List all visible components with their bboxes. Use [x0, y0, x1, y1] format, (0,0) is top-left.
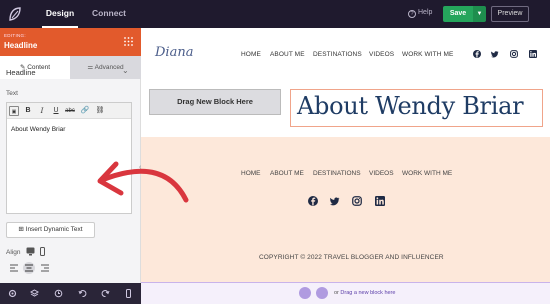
nav-about-me[interactable]: ABOUT ME [270, 51, 305, 58]
footer-instagram-icon[interactable] [352, 196, 362, 206]
site-logo[interactable]: Diana [155, 45, 193, 60]
dropzone-label[interactable]: Drag a new block here [340, 290, 395, 296]
twitter-icon[interactable] [491, 50, 499, 58]
source-code-icon[interactable]: ▣ [9, 106, 19, 116]
tab-connect[interactable]: Connect [92, 0, 126, 28]
block-title: Headline [4, 41, 38, 50]
strikethrough-button[interactable]: abc [65, 106, 75, 116]
align-label: Align [6, 249, 21, 256]
headline-text[interactable]: About Wendy Briar [297, 92, 524, 120]
text-editor[interactable]: ▣ B I U abc 🔗 ⛓ About Wendy Briar [6, 102, 132, 214]
footer-nav-work-with-me[interactable]: WORK WITH ME [402, 170, 452, 177]
mobile-preview-icon[interactable] [124, 289, 133, 298]
drag-block-placeholder[interactable]: Drag New Block Here [149, 89, 281, 115]
save-options-chevron-down-icon[interactable]: ▼ [473, 6, 486, 22]
editing-label: EDITING: [4, 33, 26, 38]
desktop-icon[interactable] [26, 247, 35, 256]
help-label: Help [418, 9, 433, 16]
tab-design[interactable]: Design [42, 0, 78, 28]
tab-advanced[interactable]: ⚌ Advanced [70, 56, 141, 79]
mobile-icon[interactable] [38, 247, 47, 256]
nav-work-with-me[interactable]: WORK WITH ME [402, 51, 453, 58]
link-icon[interactable]: 🔗 [80, 106, 90, 116]
insert-dynamic-text-label: Insert Dynamic Text [25, 226, 83, 233]
nav-destinations[interactable]: DESTINATIONS [313, 51, 362, 58]
grid-icon[interactable] [124, 37, 133, 46]
editor-toolbar: ▣ B I U abc 🔗 ⛓ [7, 103, 131, 119]
footer-nav-home[interactable]: HOME [241, 170, 261, 177]
editor-text[interactable]: About Wendy Briar [11, 126, 65, 133]
text-label: Text [6, 90, 18, 97]
history-icon[interactable] [54, 289, 63, 298]
settings-gear-icon[interactable] [8, 289, 17, 298]
instagram-icon[interactable] [510, 50, 518, 58]
align-left-icon[interactable] [8, 262, 20, 274]
align-right-icon[interactable] [39, 262, 51, 274]
underline-button[interactable]: U [51, 106, 61, 116]
save-button[interactable]: Save [443, 6, 473, 22]
sidebar-collapse-chevron-icon[interactable]: ‹ [139, 164, 145, 172]
tab-advanced-label: Advanced [94, 64, 124, 71]
undo-icon[interactable] [78, 289, 87, 298]
nav-videos[interactable]: VIDEOS [369, 51, 394, 58]
chevron-down-icon[interactable]: ⌄ [122, 66, 129, 75]
bold-button[interactable]: B [23, 106, 33, 116]
unlink-icon[interactable]: ⛓ [95, 106, 105, 116]
section-title[interactable]: Headline [6, 68, 36, 77]
help-link[interactable]: ? Help [408, 9, 432, 18]
redo-icon[interactable] [101, 289, 110, 298]
footer-nav-about-me[interactable]: ABOUT ME [270, 170, 304, 177]
dropzone-text: or Drag a new block here [334, 290, 395, 296]
sidebar-bottom-bar [0, 283, 141, 304]
facebook-icon[interactable] [473, 50, 481, 58]
italic-button[interactable]: I [37, 106, 47, 116]
footer-nav-destinations[interactable]: DESTINATIONS [313, 170, 361, 177]
footer-twitter-icon[interactable] [330, 196, 340, 206]
preview-button[interactable]: Preview [491, 6, 529, 22]
linkedin-icon[interactable] [529, 50, 537, 58]
dropzone-or: or [334, 290, 339, 296]
footer-linkedin-icon[interactable] [375, 196, 385, 206]
footer-facebook-icon[interactable] [308, 196, 318, 206]
nav-home[interactable]: HOME [241, 51, 261, 58]
layers-icon[interactable] [30, 289, 39, 298]
help-icon: ? [408, 10, 416, 18]
seedprod-logo-icon[interactable] [6, 5, 24, 23]
add-block-icon[interactable] [299, 287, 311, 299]
add-section-icon[interactable] [316, 287, 328, 299]
editing-header: EDITING: Headline [0, 28, 141, 56]
copyright-text: COPYRIGHT © 2022 TRAVEL BLOGGER AND INFL… [259, 254, 444, 261]
align-center-icon[interactable] [23, 262, 35, 274]
footer-nav-videos[interactable]: VIDEOS [369, 170, 394, 177]
insert-dynamic-text-button[interactable]: ⊞ Insert Dynamic Text [6, 222, 95, 238]
